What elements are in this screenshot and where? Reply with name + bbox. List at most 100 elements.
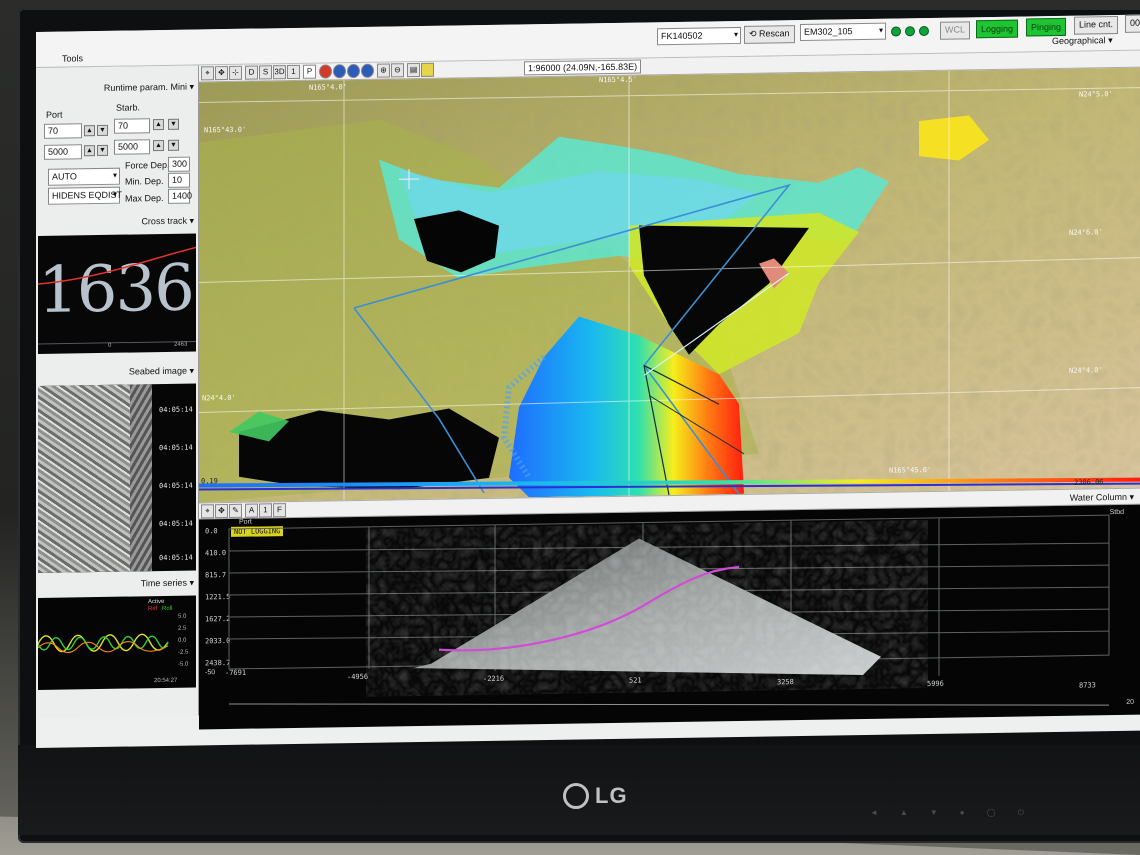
- depth-min-label: 0.19: [201, 477, 218, 486]
- settings-icon[interactable]: [421, 62, 434, 77]
- status-led-2: [905, 26, 915, 37]
- crosstrack-view: 1636 0 2463: [38, 233, 196, 354]
- starb-cov-down[interactable]: ▼: [168, 139, 179, 151]
- max-depth-field[interactable]: 1400: [168, 188, 192, 204]
- crosstrack-panel-title[interactable]: Cross track ▾: [141, 216, 194, 228]
- port-label: Port: [46, 109, 63, 120]
- starb-coverage-field[interactable]: 5000: [114, 139, 150, 155]
- starb-label: Starb.: [116, 102, 141, 113]
- freeze-button[interactable]: F: [273, 503, 286, 518]
- depth-max-label: 2306.06: [1074, 478, 1104, 487]
- tool-d[interactable]: D: [245, 65, 258, 80]
- sonar-select[interactable]: EM302_105 ▾: [800, 22, 886, 41]
- pinging-button[interactable]: Pinging: [1026, 17, 1067, 37]
- seabed-time: 04:05:14: [159, 443, 193, 453]
- pen-tool-icon[interactable]: ✎: [229, 503, 242, 518]
- pointer-tool-icon[interactable]: ⌖: [201, 504, 214, 519]
- geographical-map[interactable]: N165°4.0' N165°4.5' N24°6.0' N24°5.0' N2…: [199, 67, 1140, 503]
- power-button[interactable]: ⏻: [1018, 808, 1024, 818]
- max-depth-label: Max Dep.: [125, 192, 164, 204]
- monitor-button[interactable]: ◯: [987, 808, 996, 818]
- sis-screen: Tools ▾ FK140502▾ ⟲ Rescan EM302_105▾ WC…: [36, 14, 1140, 748]
- chevron-down-icon: ▾: [112, 170, 117, 180]
- tool-p[interactable]: P: [303, 64, 316, 79]
- pointer-tool-icon[interactable]: ⌖: [201, 66, 214, 81]
- rescan-button[interactable]: ⟲ Rescan: [744, 25, 795, 44]
- crosstrack-x-left: 0: [108, 342, 112, 349]
- record-icon[interactable]: [319, 64, 332, 79]
- port-angle-field[interactable]: 70: [44, 123, 82, 139]
- layers-icon[interactable]: [347, 63, 360, 79]
- pan-tool-icon[interactable]: ✥: [215, 65, 228, 81]
- crosstrack-x-right: 2463: [174, 341, 188, 348]
- port-coverage-field[interactable]: 5000: [44, 144, 82, 160]
- seabed-panel-title[interactable]: Seabed image ▾: [129, 366, 194, 378]
- line-count-button[interactable]: Line cnt.: [1074, 16, 1119, 35]
- starb-angle-up[interactable]: ▲: [153, 118, 164, 131]
- port-cov-down[interactable]: ▼: [97, 144, 108, 157]
- monitor-button[interactable]: ▼: [930, 808, 938, 818]
- zoom-a-button[interactable]: A: [245, 503, 258, 518]
- seabed-image-strip: [130, 384, 152, 572]
- water-column-title[interactable]: Water Column ▾: [1070, 492, 1134, 504]
- seabed-time: 04:05:14: [159, 481, 193, 491]
- print-icon[interactable]: ▤: [407, 62, 420, 78]
- logging-button[interactable]: Logging: [976, 19, 1019, 39]
- chevron-down-icon: ▾: [733, 29, 738, 40]
- map-coord: N165°43.0': [204, 125, 247, 135]
- survey-select[interactable]: FK140502 ▾: [657, 26, 741, 46]
- chevron-down-icon: ▾: [878, 25, 883, 35]
- detector-select[interactable]: HIDENS EQDIST ▾: [48, 186, 122, 205]
- monitor-button-strip: ◄ ▲ ▼ ● ◯ ⏻: [870, 808, 1024, 818]
- tool-3d[interactable]: 3D: [273, 65, 286, 80]
- map-coord: N24°5.0': [1079, 90, 1113, 99]
- ts-time: 20:54:27: [154, 677, 178, 685]
- runtime-panel-title[interactable]: Runtime param. Mini ▾: [104, 82, 194, 94]
- map-coord: N165°45.0': [889, 465, 932, 475]
- bathymetry-map: [199, 67, 1140, 503]
- zoom-out-icon[interactable]: ⊖: [391, 63, 404, 78]
- chevron-down-icon: ▾: [112, 189, 117, 199]
- lg-logo-icon: [563, 783, 589, 809]
- water-column-view[interactable]: NOT LOGGING Port Stbd 0.0 410.0 815.7 12…: [199, 504, 1140, 730]
- help-icon[interactable]: [361, 63, 374, 78]
- chevron-down-icon: ▾: [189, 577, 194, 588]
- globe-icon[interactable]: [333, 64, 346, 79]
- tool-s[interactable]: S: [259, 65, 272, 80]
- mode-select[interactable]: AUTO ▾: [48, 167, 120, 186]
- zoom-1-button[interactable]: 1: [259, 503, 272, 518]
- chevron-down-icon: ▾: [189, 365, 194, 376]
- starb-angle-field[interactable]: 70: [114, 118, 150, 134]
- timeseries-panel-title[interactable]: Time series ▾: [141, 578, 194, 590]
- port-cov-up[interactable]: ▲: [84, 145, 95, 157]
- pan-tool-icon[interactable]: ✥: [215, 503, 228, 519]
- water-column-plot: [228, 514, 1110, 706]
- monitor-button[interactable]: ▲: [900, 808, 908, 818]
- extra-button[interactable]: 00: [1125, 14, 1140, 33]
- port-angle-down[interactable]: ▼: [97, 124, 108, 137]
- tool-1[interactable]: 1: [287, 64, 300, 80]
- chevron-down-icon: ▾: [1129, 491, 1134, 502]
- timeseries-view: Active Ref Roll 5.0 2.5 0.0 -2.5 -5.0 20…: [38, 595, 196, 690]
- monitor-button[interactable]: ◄: [870, 808, 878, 818]
- map-coord: N165°4.5': [599, 75, 637, 85]
- port-angle-up[interactable]: ▲: [84, 125, 95, 137]
- map-scale-field[interactable]: 1:96000 (24.09N,-165.83E): [524, 59, 642, 76]
- chevron-down-icon: ▾: [189, 215, 194, 226]
- zoom-in-icon[interactable]: ⊕: [377, 63, 390, 78]
- min-depth-label: Min. Dep.: [125, 175, 164, 187]
- timeseries-plot: [38, 633, 169, 653]
- force-depth-field[interactable]: 300: [168, 156, 190, 172]
- menu-tools[interactable]: Tools: [62, 53, 83, 63]
- monitor-button[interactable]: ●: [960, 808, 965, 818]
- status-led-3: [919, 25, 929, 37]
- measure-tool-icon[interactable]: ⊹: [229, 65, 242, 80]
- map-coord: N165°4.0': [309, 83, 347, 92]
- starb-cov-up[interactable]: ▲: [153, 139, 164, 152]
- projection-select[interactable]: Geographical ▾: [1052, 35, 1113, 47]
- seabed-time: 04:05:14: [159, 553, 193, 563]
- min-depth-field[interactable]: 10: [168, 172, 190, 188]
- map-coord: N24°4.0': [202, 393, 236, 403]
- wcl-button[interactable]: WCL: [940, 21, 970, 40]
- starb-angle-down[interactable]: ▼: [168, 118, 179, 130]
